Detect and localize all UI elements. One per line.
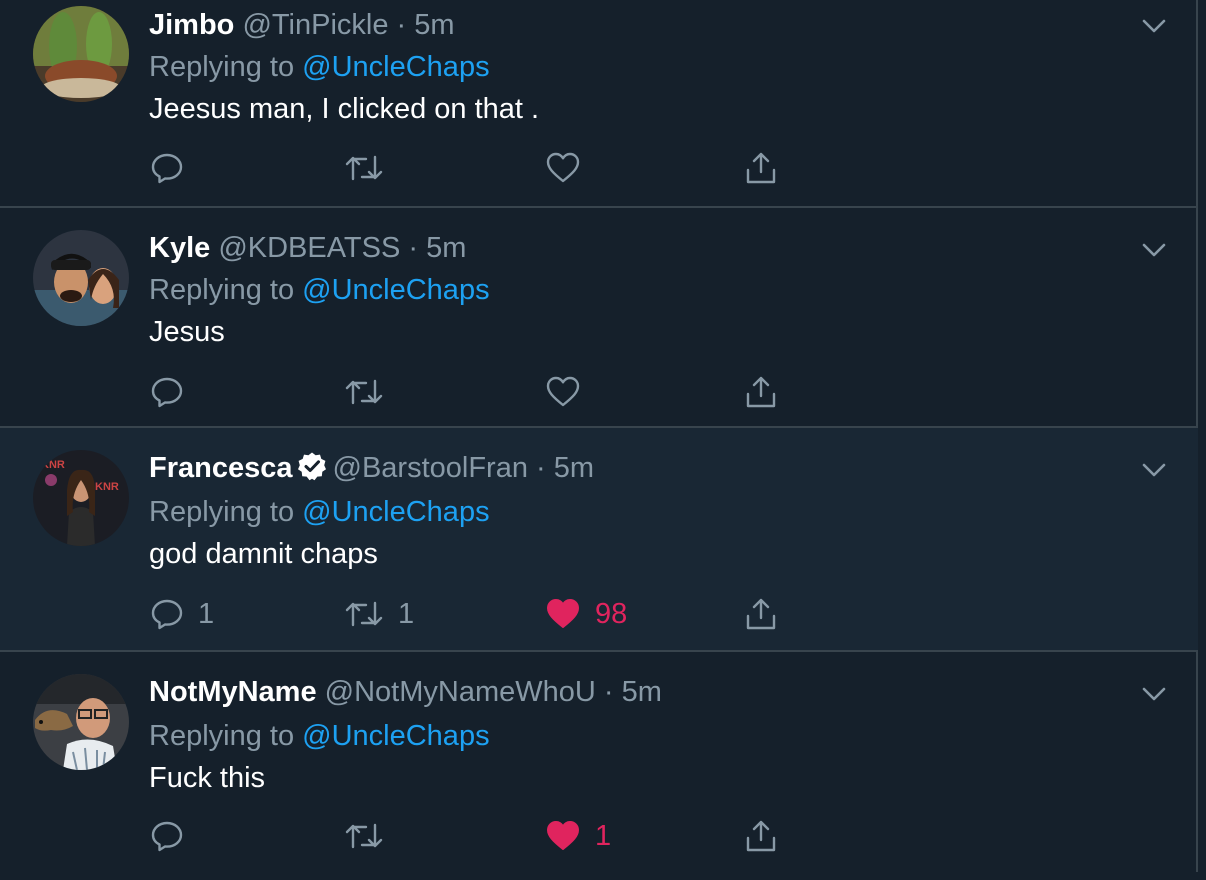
tweet-item[interactable]: NotMyName @NotMyNameWhoU · 5m Replying t… xyxy=(0,650,1198,880)
avatar[interactable] xyxy=(33,230,129,326)
retweet-button[interactable] xyxy=(344,816,398,856)
tweet-text: Jeesus man, I clicked on that . xyxy=(149,93,540,125)
like-count: 98 xyxy=(595,597,628,630)
tweet-header: Kyle @KDBEATSS · 5m xyxy=(149,230,466,266)
svg-text:KNR: KNR xyxy=(41,459,65,471)
like-button[interactable] xyxy=(545,372,595,412)
avatar[interactable] xyxy=(33,674,129,770)
share-icon xyxy=(744,818,778,854)
reply-timeline: Jimbo @TinPickle · 5m Replying to @Uncle… xyxy=(0,0,1198,872)
separator-dot: · xyxy=(536,452,546,484)
replying-label: Replying to xyxy=(149,496,295,528)
like-button[interactable]: 1 xyxy=(545,816,611,856)
retweet-button[interactable] xyxy=(344,148,398,188)
reply-icon xyxy=(150,819,184,853)
reply-count: 1 xyxy=(198,597,215,630)
tweet-header: Jimbo @TinPickle · 5m xyxy=(149,7,455,43)
reply-button[interactable] xyxy=(150,372,198,412)
share-button[interactable] xyxy=(744,372,778,412)
tweet-text: god damnit chaps xyxy=(149,538,378,570)
retweet-button[interactable] xyxy=(344,372,398,412)
retweet-icon xyxy=(344,597,384,631)
tweet-text: Fuck this xyxy=(149,762,266,794)
mention-link[interactable]: @UncleChaps xyxy=(302,51,489,83)
heart-icon xyxy=(545,151,581,185)
mention-link[interactable]: @UncleChaps xyxy=(302,496,489,528)
share-icon xyxy=(744,150,778,186)
tweet-item[interactable]: KNR KNR Francesca @BarstoolFran · 5m Repl… xyxy=(0,426,1198,652)
avatar[interactable] xyxy=(33,6,129,102)
separator-dot: · xyxy=(408,232,419,264)
mention-link[interactable]: @UncleChaps xyxy=(302,274,489,306)
timestamp[interactable]: 5m xyxy=(622,676,662,708)
share-icon xyxy=(744,374,778,410)
display-name[interactable]: Kyle xyxy=(149,232,210,264)
chevron-down-icon[interactable] xyxy=(1140,456,1168,484)
tweet-header: NotMyName @NotMyNameWhoU · 5m xyxy=(149,674,662,710)
reply-icon xyxy=(150,597,184,631)
mention-link[interactable]: @UncleChaps xyxy=(302,720,489,752)
svg-text:KNR: KNR xyxy=(95,481,119,493)
replying-label: Replying to xyxy=(149,274,295,306)
replying-to: Replying to @UncleChaps xyxy=(149,494,490,530)
tweet-item[interactable]: Jimbo @TinPickle · 5m Replying to @Uncle… xyxy=(0,0,1198,208)
reply-button[interactable]: 1 xyxy=(150,594,214,634)
share-button[interactable] xyxy=(744,594,778,634)
user-handle[interactable]: @BarstoolFran xyxy=(333,452,528,484)
heart-filled-icon xyxy=(545,819,581,853)
replying-to: Replying to @UncleChaps xyxy=(149,718,490,754)
tweet-header: Francesca @BarstoolFran · 5m xyxy=(149,450,594,490)
reply-button[interactable] xyxy=(150,816,198,856)
retweet-count: 1 xyxy=(398,597,415,630)
retweet-icon xyxy=(344,151,384,185)
heart-icon xyxy=(545,375,581,409)
heart-filled-icon xyxy=(545,597,581,631)
avatar[interactable]: KNR KNR xyxy=(33,450,129,546)
share-button[interactable] xyxy=(744,816,778,856)
chevron-down-icon[interactable] xyxy=(1140,236,1168,264)
replying-label: Replying to xyxy=(149,51,295,83)
share-icon xyxy=(744,596,778,632)
retweet-icon xyxy=(344,819,384,853)
share-button[interactable] xyxy=(744,148,778,188)
replying-label: Replying to xyxy=(149,720,295,752)
retweet-button[interactable]: 1 xyxy=(344,594,414,634)
user-handle[interactable]: @NotMyNameWhoU xyxy=(325,676,596,708)
like-button[interactable]: 98 xyxy=(545,594,627,634)
tweet-item[interactable]: Kyle @KDBEATSS · 5m Replying to @UncleCh… xyxy=(0,206,1198,428)
reply-icon xyxy=(150,375,184,409)
tweet-text: Jesus xyxy=(149,316,225,348)
display-name[interactable]: Francesca xyxy=(149,452,293,484)
display-name[interactable]: Jimbo xyxy=(149,9,234,41)
timestamp[interactable]: 5m xyxy=(414,9,454,41)
replying-to: Replying to @UncleChaps xyxy=(149,49,490,85)
like-button[interactable] xyxy=(545,148,595,188)
chevron-down-icon[interactable] xyxy=(1140,12,1168,40)
display-name[interactable]: NotMyName xyxy=(149,676,317,708)
user-handle[interactable]: @TinPickle xyxy=(242,9,388,41)
like-count: 1 xyxy=(595,819,612,852)
retweet-icon xyxy=(344,375,384,409)
timestamp[interactable]: 5m xyxy=(554,452,594,484)
chevron-down-icon[interactable] xyxy=(1140,680,1168,708)
timestamp[interactable]: 5m xyxy=(426,232,466,264)
verified-badge-icon xyxy=(297,451,327,490)
reply-icon xyxy=(150,151,184,185)
separator-dot: · xyxy=(603,676,614,708)
replying-to: Replying to @UncleChaps xyxy=(149,272,490,308)
user-handle[interactable]: @KDBEATSS xyxy=(218,232,400,264)
reply-button[interactable] xyxy=(150,148,198,188)
separator-dot: · xyxy=(396,9,407,41)
